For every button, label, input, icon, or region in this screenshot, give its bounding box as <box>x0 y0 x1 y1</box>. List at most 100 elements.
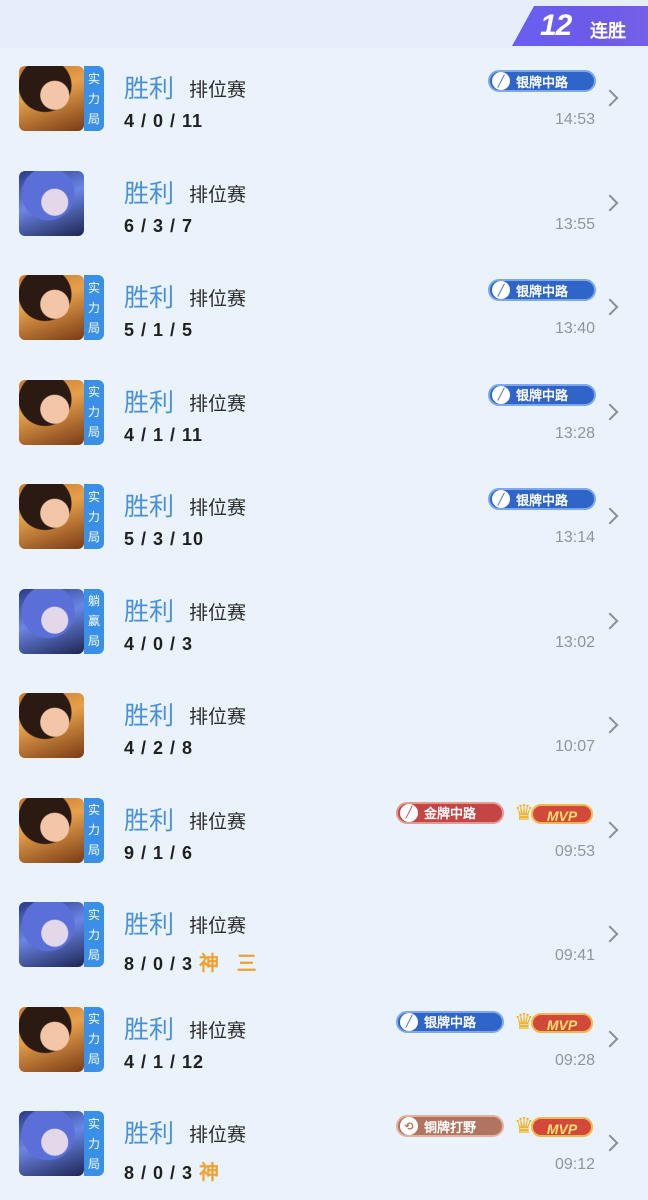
kda-block: 4 / 1 / 12 <box>124 1052 204 1073</box>
chevron-right-icon[interactable] <box>601 194 619 211</box>
hero-avatar <box>19 66 84 131</box>
match-quality-tag: 实力局 <box>84 379 104 445</box>
match-row[interactable]: 实力局胜利 排位赛 9 / 1 / 6 ╱ 金牌中路 ♛ MVP 09:53 <box>0 780 648 885</box>
match-time: 13:28 <box>554 424 595 442</box>
tag-char: 力 <box>87 509 100 524</box>
hero-avatar <box>19 1111 84 1176</box>
match-mode: 排位赛 <box>189 916 247 937</box>
tag-char: 局 <box>87 634 100 648</box>
hero-avatar <box>19 484 84 549</box>
chevron-right-icon[interactable] <box>601 1134 619 1152</box>
match-result: 胜利 <box>124 388 175 417</box>
kda-stats: 5 / 3 / 10 <box>124 529 205 549</box>
match-row[interactable]: 实力局胜利 排位赛 5 / 3 / 10 ╱ 银牌中路 13:14 <box>0 466 648 571</box>
chevron-right-icon[interactable] <box>601 1030 619 1047</box>
match-row[interactable]: 躺赢局胜利 排位赛 4 / 0 / 3 13:02 <box>0 571 648 676</box>
tag-char: 局 <box>87 1156 100 1171</box>
tag-char: 躺 <box>87 594 100 608</box>
badge-label: 铜牌打野 <box>424 1119 477 1135</box>
position-badge: ╱ 银牌中路 <box>488 488 596 510</box>
match-result: 胜利 <box>124 911 175 939</box>
chevron-right-icon[interactable] <box>601 612 619 629</box>
hero-avatar <box>19 1006 84 1072</box>
match-quality-tag: 躺赢局 <box>84 588 104 654</box>
tag-char: 局 <box>87 843 100 857</box>
match-mode: 排位赛 <box>189 1020 247 1042</box>
match-row[interactable]: 实力局胜利 排位赛 8 / 0 / 3 神 ⟲ 铜牌打野 ♛ MVP 09:12 <box>0 1093 648 1198</box>
chevron-right-icon[interactable] <box>601 925 619 943</box>
tag-char: 实 <box>87 1116 100 1131</box>
match-quality-tag: 实力局 <box>84 484 104 549</box>
match-quality-tag: 实力局 <box>84 797 104 863</box>
match-quality-tag: 实力局 <box>84 66 104 131</box>
tag-char: 力 <box>87 927 100 942</box>
tag-char: 力 <box>87 300 100 315</box>
mvp-badge: ♛ MVP <box>511 1009 595 1035</box>
tag-char: 力 <box>87 823 100 837</box>
chevron-right-icon[interactable] <box>601 89 619 107</box>
hero-avatar <box>19 275 84 340</box>
kda-stats: 4 / 2 / 8 <box>124 738 194 758</box>
match-row[interactable]: 实力局胜利 排位赛 8 / 0 / 3神 三 09:41 <box>0 884 648 989</box>
hero-avatar <box>19 797 84 863</box>
kda-stats: 5 / 1 / 5 <box>124 320 194 340</box>
match-mode: 排位赛 <box>189 602 247 624</box>
tag-char: 局 <box>87 320 100 335</box>
tag-char: 局 <box>87 1052 100 1066</box>
match-result: 胜利 <box>124 702 175 730</box>
match-mode: 排位赛 <box>189 393 247 415</box>
tag-char: 局 <box>87 111 100 126</box>
kda-block: 4 / 1 / 11 <box>124 425 203 446</box>
match-mode: 排位赛 <box>189 80 247 101</box>
match-row[interactable]: 胜利 排位赛 4 / 2 / 8 10:07 <box>0 675 648 780</box>
match-row[interactable]: 实力局胜利 排位赛 4 / 1 / 12 ╱ 银牌中路 ♛ MVP 09:28 <box>0 989 648 1094</box>
tag-char: 局 <box>87 529 100 544</box>
hero-avatar <box>19 588 84 654</box>
mvp-label: MVP <box>531 1012 593 1033</box>
kda-stats: 4 / 0 / 11 <box>124 111 204 131</box>
position-badge: ╱ 银牌中路 <box>488 383 596 406</box>
match-time: 13:14 <box>554 529 595 546</box>
swirl-icon: ⟲ <box>400 1117 418 1135</box>
match-mode: 排位赛 <box>189 1125 247 1146</box>
tag-char: 力 <box>87 405 100 419</box>
position-badge: ╱ 银牌中路 <box>488 279 596 301</box>
tag-char: 实 <box>87 1012 100 1026</box>
chevron-right-icon[interactable] <box>601 716 619 734</box>
match-time: 13:02 <box>554 633 595 651</box>
match-result: 胜利 <box>124 1015 175 1044</box>
hero-avatar <box>19 379 84 445</box>
chevron-right-icon[interactable] <box>601 821 619 838</box>
sword-icon: ╱ <box>492 72 510 90</box>
match-row[interactable]: 胜利 排位赛 6 / 3 / 7 13:55 <box>0 153 648 258</box>
match-mode: 排位赛 <box>189 289 247 310</box>
match-result: 胜利 <box>124 806 175 835</box>
match-row[interactable]: 实力局胜利 排位赛 4 / 1 / 11 ╱ 银牌中路 13:28 <box>0 362 648 467</box>
chevron-right-icon[interactable] <box>601 298 619 316</box>
tag-char: 实 <box>87 71 100 86</box>
match-history-list: 实力局胜利 排位赛 4 / 0 / 11 ╱ 银牌中路 14:53 胜利 排位赛 6 / 3 /… <box>0 48 648 1198</box>
match-mode: 排位赛 <box>189 498 247 519</box>
mvp-badge: ♛ MVP <box>511 1113 595 1139</box>
achievement-text: 神 <box>199 1162 226 1184</box>
match-result: 胜利 <box>124 284 175 312</box>
sword-icon: ╱ <box>492 385 510 404</box>
match-time: 09:53 <box>554 842 595 860</box>
badge-label: 金牌中路 <box>424 806 477 821</box>
match-quality-tag: 实力局 <box>84 1006 104 1072</box>
streak-label: 连胜 <box>590 21 626 41</box>
chevron-right-icon[interactable] <box>601 403 619 420</box>
match-row[interactable]: 实力局胜利 排位赛 4 / 0 / 11 ╱ 银牌中路 14:53 <box>0 48 648 153</box>
match-row[interactable]: 实力局胜利 排位赛 5 / 1 / 5 ╱ 银牌中路 13:40 <box>0 257 648 362</box>
mvp-badge: ♛ MVP <box>511 800 595 826</box>
match-mode: 排位赛 <box>189 707 247 728</box>
win-streak-banner: 12 连胜 <box>512 6 648 46</box>
kda-block: 5 / 3 / 10 <box>124 529 204 550</box>
chevron-right-icon[interactable] <box>601 507 619 525</box>
sword-icon: ╱ <box>492 281 510 299</box>
kda-block: 8 / 0 / 3神 三 <box>124 947 263 976</box>
kda-block: 4 / 0 / 11 <box>124 111 203 132</box>
kda-block: 4 / 2 / 8 <box>124 738 193 759</box>
tag-char: 实 <box>87 803 100 817</box>
match-time: 14:53 <box>554 111 595 128</box>
